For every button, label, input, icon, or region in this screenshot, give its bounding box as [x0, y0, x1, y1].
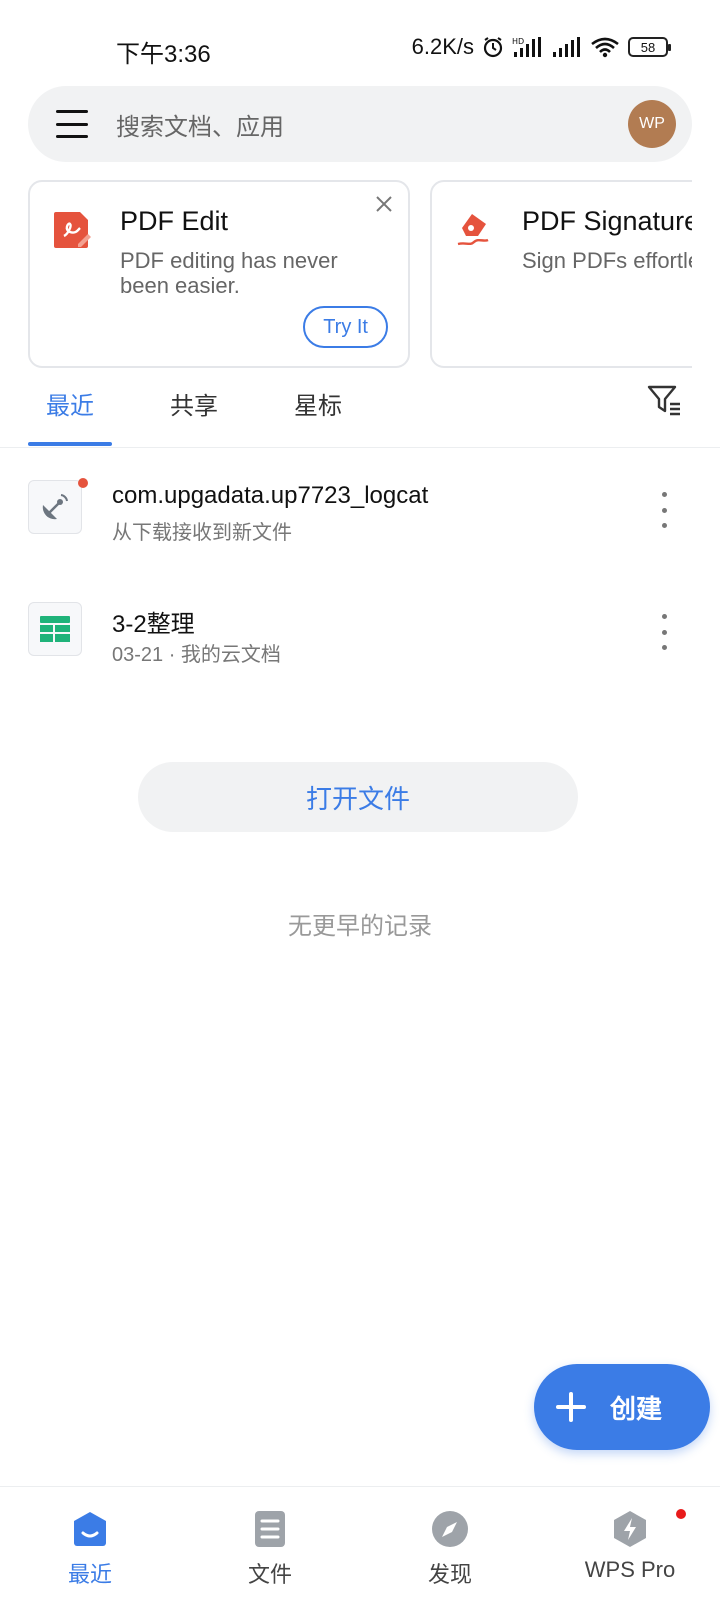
list-item[interactable]: 3-2整理 03-21 · 我的云文档 — [0, 590, 720, 690]
file-name: com.upgadata.up7723_logcat — [112, 482, 429, 509]
wifi-icon — [590, 36, 620, 58]
file-meta: 03-21 · 我的云文档 — [112, 644, 281, 666]
tab-indicator — [28, 442, 112, 446]
status-indicators: 6.2K/s HD 58 — [411, 34, 671, 60]
create-label: 创建 — [610, 1393, 663, 1424]
status-time: 下午3:36 — [116, 41, 211, 68]
hd-signal-icon: HD — [512, 36, 544, 58]
filter-icon[interactable] — [646, 382, 682, 418]
file-meta: 从下载接收到新文件 — [112, 522, 292, 544]
nav-label: 发现 — [427, 1562, 472, 1587]
nav-item-wps-pro[interactable]: WPS Pro — [540, 1487, 720, 1600]
unread-badge — [78, 478, 88, 488]
file-name: 3-2整理 — [112, 611, 195, 638]
promo-description: PDF editing has never been easier. — [120, 248, 338, 298]
promo-description: Sign PDFs effortlessly — [522, 248, 692, 273]
svg-text:HD: HD — [512, 37, 524, 46]
pdf-edit-icon — [52, 210, 92, 250]
list-item[interactable]: com.upgadata.up7723_logcat 从下载接收到新文件 — [0, 468, 720, 568]
promo-title: PDF Signature — [522, 206, 692, 236]
tab-recent[interactable]: 最近 — [46, 386, 94, 421]
tab-bar: 最近 共享 星标 — [0, 380, 720, 448]
promo-carousel[interactable]: PDF Edit PDF editing has never been easi… — [28, 180, 692, 370]
nav-label: 文件 — [247, 1562, 292, 1587]
nav-label: 最近 — [67, 1562, 112, 1587]
alarm-icon — [482, 36, 504, 58]
no-more-records-text: 无更早的记录 — [288, 913, 432, 940]
try-it-button[interactable]: Try It — [303, 306, 388, 348]
bottom-nav: 最近 文件 发现 WPS Pro — [0, 1486, 720, 1600]
search-input[interactable]: 搜索文档、应用 — [116, 107, 628, 142]
promo-card-pdf-signature[interactable]: PDF Signature Sign PDFs effortlessly — [430, 180, 692, 368]
plus-icon — [556, 1392, 586, 1422]
nav-item-files[interactable]: 文件 — [180, 1487, 360, 1600]
notification-badge — [676, 1509, 686, 1519]
more-options-button[interactable] — [652, 492, 676, 528]
signal-icon — [552, 36, 582, 58]
nav-label: WPS Pro — [584, 1557, 676, 1582]
create-button[interactable]: 创建 — [534, 1364, 710, 1450]
avatar[interactable]: WP — [628, 100, 676, 148]
spreadsheet-icon — [28, 602, 82, 656]
menu-icon[interactable] — [56, 110, 88, 138]
search-bar[interactable]: 搜索文档、应用 WP — [28, 86, 692, 162]
tab-starred[interactable]: 星标 — [294, 386, 342, 421]
more-options-button[interactable] — [652, 614, 676, 650]
battery-icon: 58 — [628, 37, 671, 57]
status-bar: 下午3:36 6.2K/s HD 58 — [0, 0, 720, 96]
network-speed: 6.2K/s — [411, 34, 474, 59]
close-icon[interactable] — [370, 190, 398, 218]
nav-item-recent[interactable]: 最近 — [0, 1487, 180, 1600]
satellite-file-icon — [28, 480, 82, 534]
nav-item-discover[interactable]: 发现 — [360, 1487, 540, 1600]
promo-card-pdf-edit[interactable]: PDF Edit PDF editing has never been easi… — [28, 180, 410, 368]
wps-pro-icon — [610, 1509, 650, 1549]
compass-icon — [430, 1509, 470, 1549]
tab-shared[interactable]: 共享 — [170, 386, 218, 421]
pdf-signature-icon — [454, 210, 494, 250]
document-icon — [250, 1509, 290, 1549]
home-icon — [70, 1509, 110, 1549]
promo-title: PDF Edit — [120, 206, 229, 236]
open-file-button[interactable]: 打开文件 — [138, 762, 578, 832]
